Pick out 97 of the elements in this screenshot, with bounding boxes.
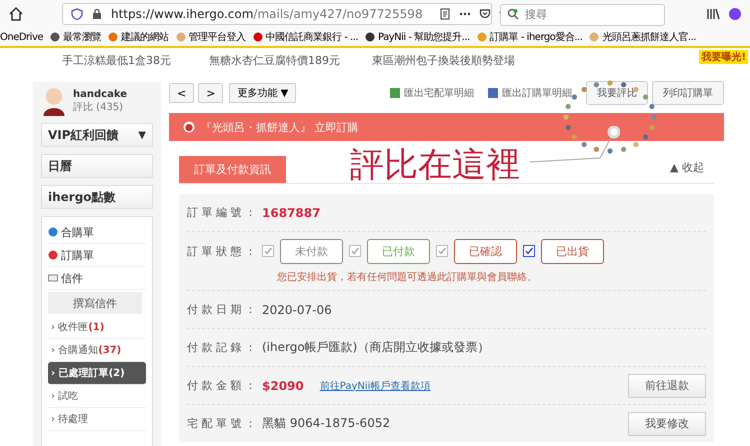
search-field[interactable]: 搜尋: [500, 4, 665, 26]
folder-item[interactable]: › 已處理訂單(2): [48, 362, 146, 385]
mascot-icon: [183, 121, 195, 133]
payment-date: 2020-07-06: [262, 302, 332, 316]
field-label: 付 款 金 額 ：: [187, 378, 256, 393]
caret-icon: ▼: [138, 130, 146, 140]
shield-icon: [71, 8, 83, 20]
field-label: 宅 配 單 號 ：: [187, 416, 256, 431]
site-icon: [252, 32, 263, 42]
promo-link[interactable]: 無糖水杏仁豆腐特價189元: [209, 52, 340, 68]
next-button[interactable]: >: [198, 83, 224, 103]
user-rating[interactable]: 評比 (435): [73, 100, 127, 114]
status-box: 已出貨: [541, 238, 604, 264]
export-link[interactable]: 匯出訂購單明細: [502, 86, 572, 100]
envelope-icon: [48, 273, 58, 283]
sidebar-button[interactable]: 日曆: [41, 154, 153, 178]
circle-icon: [48, 227, 58, 237]
tracking-number: 黑貓 9064-1875-6052: [262, 415, 390, 432]
library-icon[interactable]: [706, 7, 720, 21]
export-link[interactable]: 匯出宅配單明細: [404, 86, 474, 100]
print-button[interactable]: 列印訂購單: [652, 81, 724, 105]
folder-item[interactable]: › 收件匣(1): [48, 316, 146, 339]
edit-button[interactable]: 我要修改: [628, 412, 706, 436]
refund-button[interactable]: 前往退款: [628, 374, 706, 398]
site-icon: [108, 32, 118, 42]
promo-link[interactable]: 東區潮州包子換裝後順勢登場: [372, 52, 515, 68]
bookmark[interactable]: 中國信託商業銀行 - ...: [252, 30, 358, 44]
sticker-dot: [582, 86, 587, 92]
sidebar-button[interactable]: ihergo點數: [41, 185, 153, 209]
sticker-dot: [643, 94, 648, 100]
sticker-dot: [582, 142, 587, 148]
more-button[interactable]: 更多功能 ▼: [229, 83, 296, 103]
sticker-dot: [621, 146, 626, 152]
sticker-dot: [651, 114, 657, 120]
promo-link[interactable]: 手工涼糕最低1盒38元: [62, 52, 171, 68]
paynii-link[interactable]: 前往PayNii帳戶查看款項: [320, 378, 430, 392]
folder-item[interactable]: › 試吃: [48, 385, 146, 408]
field-label: 付 款 日 期 ：: [187, 302, 256, 317]
previous-button[interactable]: <: [169, 83, 194, 103]
sticker-dot: [594, 146, 599, 152]
site-icon: [50, 32, 60, 42]
bookmark[interactable]: PayNii - 幫助您提升...: [365, 30, 470, 44]
extension-icon[interactable]: [728, 7, 742, 21]
sticker-dot: [563, 114, 569, 120]
sticker-dot: [566, 104, 571, 110]
payment-amount: $2090: [262, 378, 304, 392]
bookmark[interactable]: 最常瀏覽: [50, 30, 102, 44]
site-icon: [365, 32, 376, 42]
bookmark[interactable]: OneDrive: [0, 32, 44, 42]
sticker-dot: [607, 148, 613, 154]
search-icon: [507, 8, 519, 20]
folder-item[interactable]: › 待處理: [48, 408, 146, 431]
menu-item[interactable]: 訂購單: [48, 244, 146, 267]
button-label: VIP紅利回饋: [48, 126, 119, 144]
sticker-dot: [643, 134, 648, 140]
menu-item[interactable]: 信件: [48, 267, 146, 290]
sticker-dot: [566, 124, 571, 130]
field-label: 訂 單 狀 態 ：: [187, 244, 256, 258]
sticker-dot: [649, 124, 654, 130]
sticker-dot: [572, 134, 577, 140]
promo-badge[interactable]: 我要曝光!: [699, 50, 748, 64]
status-box: 已付款: [367, 238, 430, 264]
status-box: 未付款: [280, 238, 343, 264]
home-icon[interactable]: [8, 6, 24, 22]
compose-button[interactable]: 撰寫信件: [48, 292, 142, 314]
sticker-dot: [633, 142, 638, 148]
bookmark[interactable]: 光頭呂蔥抓餅達人官...: [589, 30, 696, 44]
site-icon: [589, 32, 600, 42]
status-box: 已確認: [454, 238, 517, 264]
reader-icon[interactable]: [438, 8, 451, 20]
payment-record: (ihergo帳戶匯款)（商店開立收據或發票）: [262, 339, 490, 356]
bookmark[interactable]: 管理平台登入: [176, 30, 246, 44]
site-icon: [176, 32, 186, 42]
sticker-dot: [572, 94, 577, 100]
menu-item[interactable]: 合購單: [48, 221, 146, 244]
order-number: 1687887: [262, 206, 320, 220]
field-label: 訂 單 編 號 ：: [187, 205, 256, 220]
sticker-dot: [607, 80, 613, 86]
collapse-link[interactable]: ▲ 收起: [660, 160, 714, 183]
sticker-dot: [594, 82, 599, 88]
sidebar-button[interactable]: VIP紅利回饋 ▼: [41, 123, 153, 147]
user-name[interactable]: handcake: [73, 88, 127, 100]
button-label: 日曆: [48, 158, 72, 174]
bookmark[interactable]: 建議的網站: [108, 30, 169, 44]
button-label: ihergo點數: [48, 188, 116, 206]
lock-icon: [91, 8, 103, 20]
bookmark[interactable]: 訂購單 - ihergo愛合...: [476, 30, 582, 44]
site-icon: [476, 32, 487, 42]
sticker-dot: [649, 104, 654, 110]
field-label: 付 款 記 錄 ：: [187, 340, 256, 355]
sticker-dot: [621, 82, 626, 88]
annotation-text: 評比在這裡: [350, 144, 520, 187]
sticker-dot: [633, 86, 638, 92]
url-text: https://www.ihergo.com/mails/amy427/no97725598: [111, 7, 423, 21]
status-note: 您已安排出貨，若有任何問題可透過此訂購單與會員聯絡。: [277, 270, 537, 284]
circle-icon: [48, 250, 58, 260]
pocket-icon[interactable]: [478, 8, 491, 20]
